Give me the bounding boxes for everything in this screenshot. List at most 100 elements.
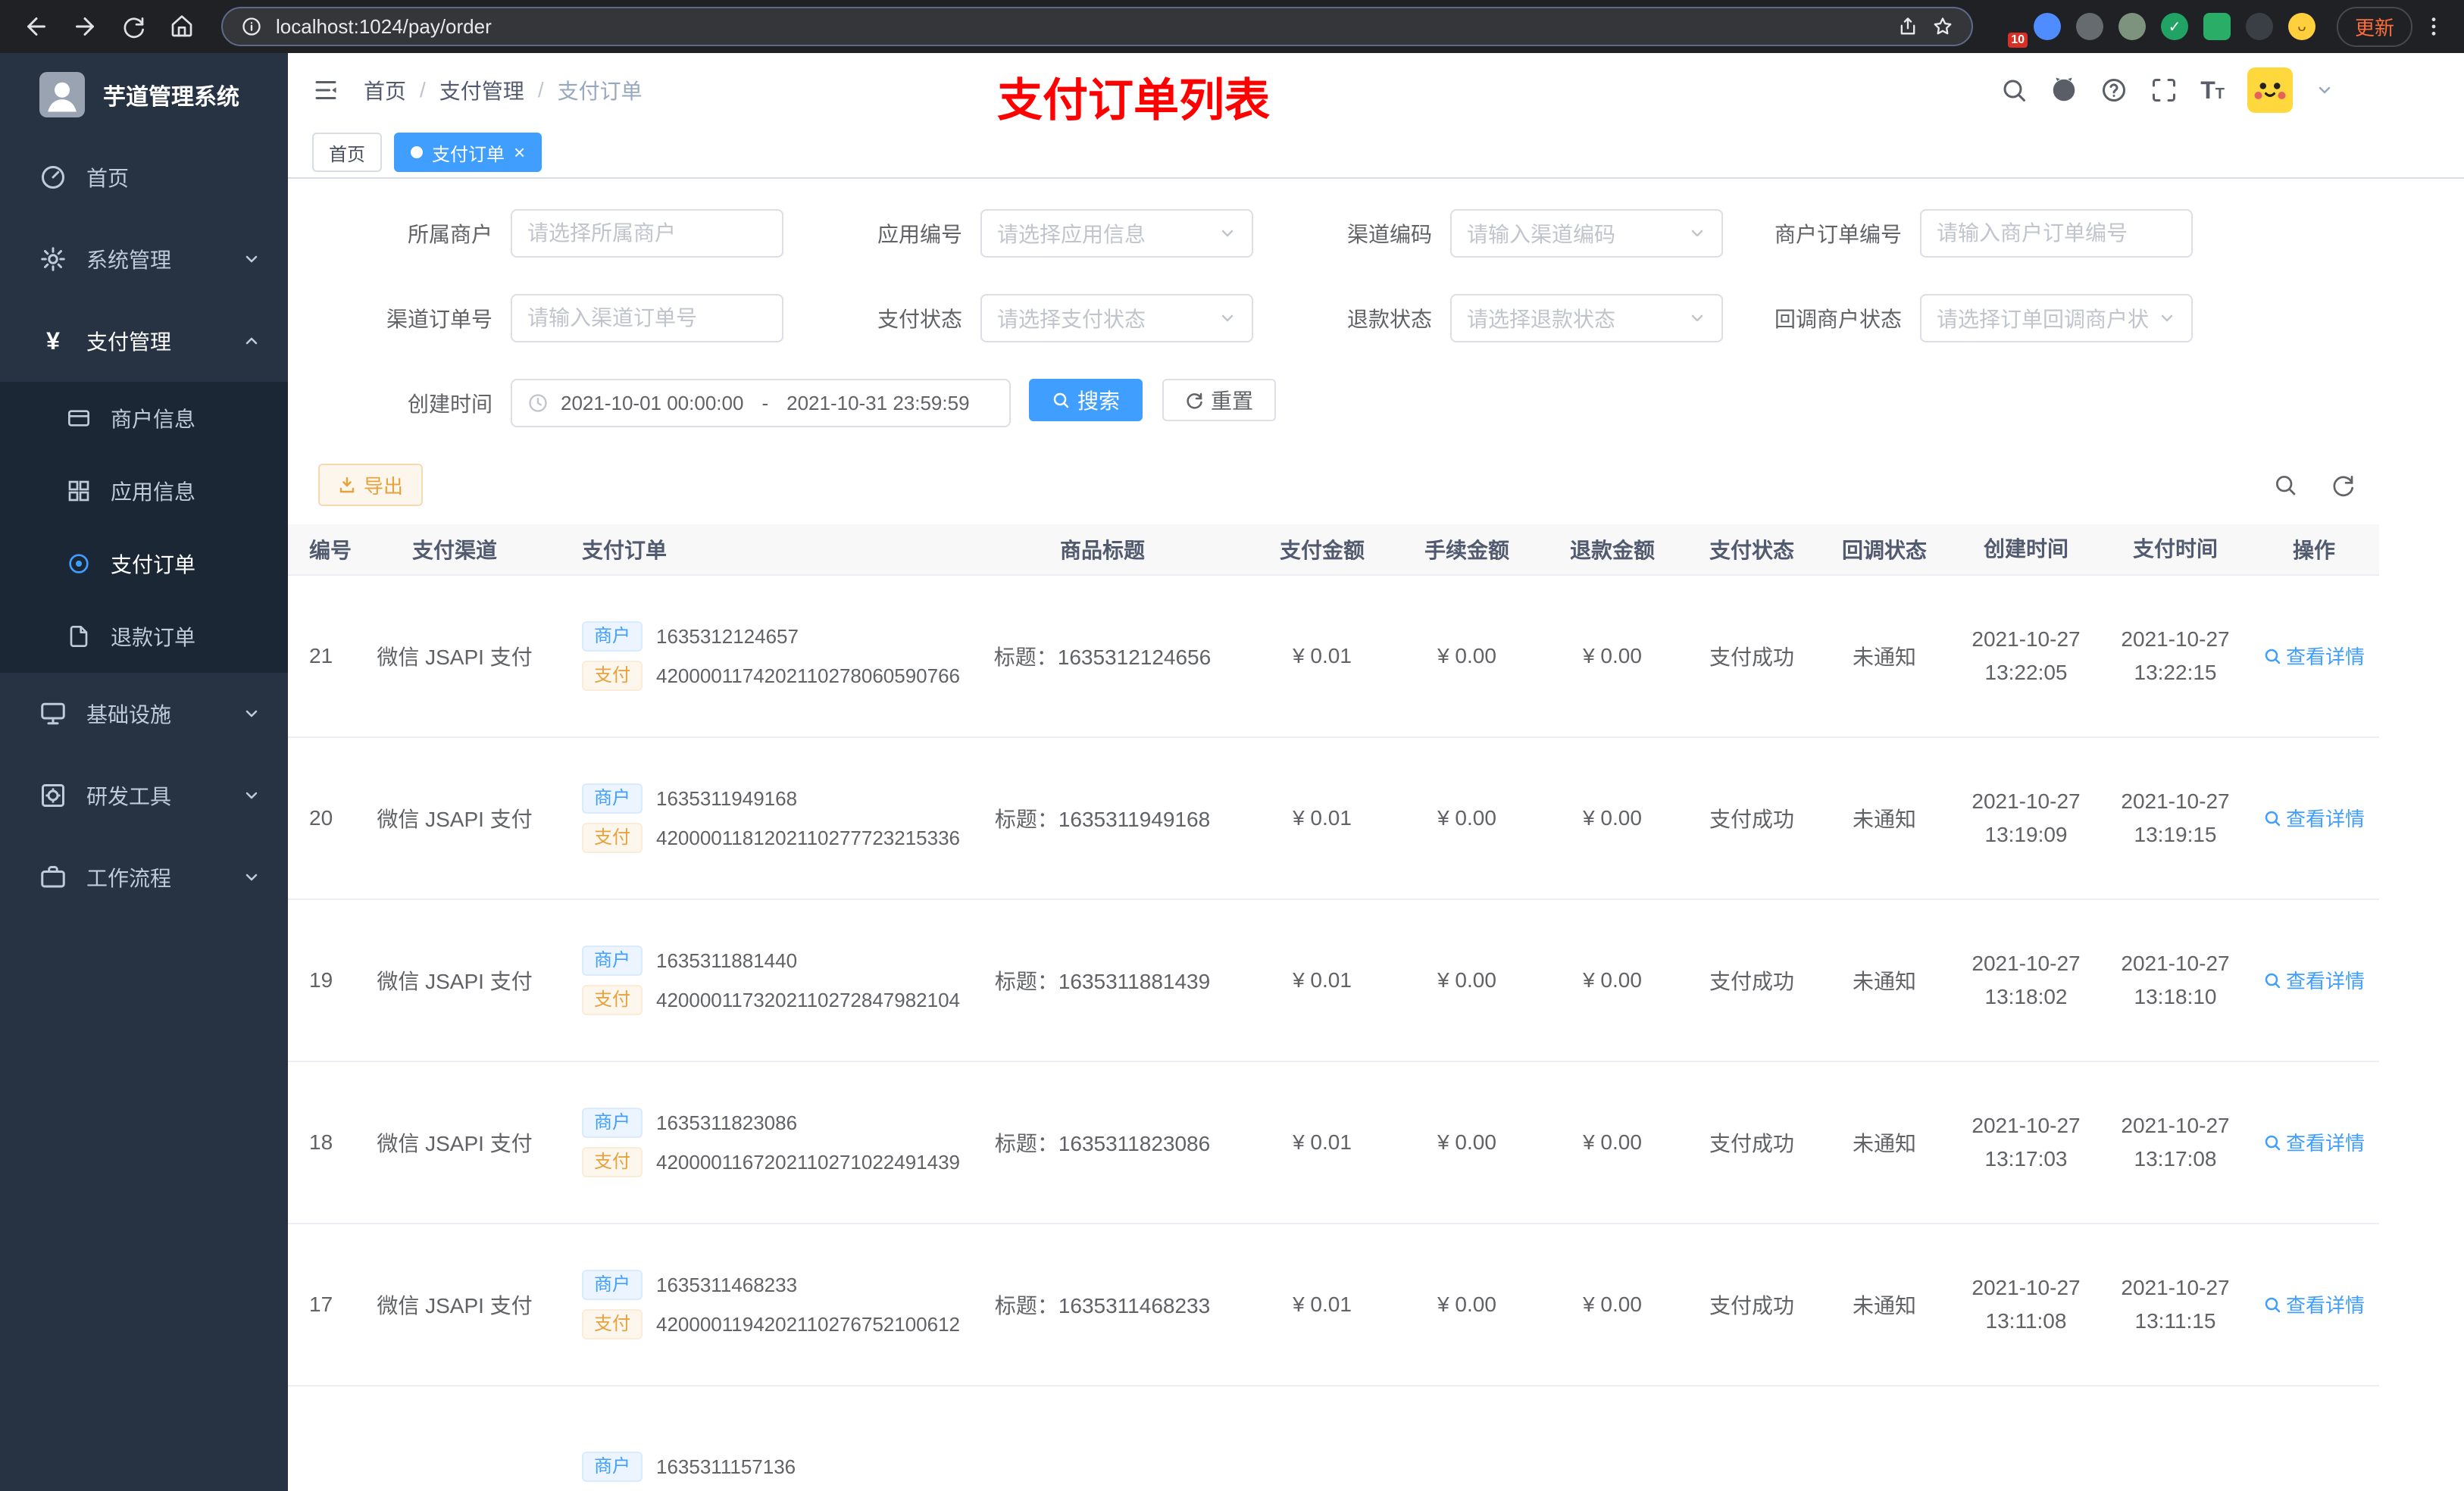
browser-forward-icon[interactable] xyxy=(64,5,106,48)
cell-pay-order: 商户 1635311949168 支付 42000011812021102777… xyxy=(546,774,960,862)
sidebar-item-system-mgmt[interactable]: 系统管理 xyxy=(0,218,288,300)
app-header: 首页 / 支付管理 / 支付订单 支付订单列表 TT xyxy=(288,53,2464,127)
cell-notify-status: 未通知 xyxy=(1852,645,1916,669)
table-search-icon[interactable] xyxy=(2273,473,2297,497)
cell-notify-status: 未通知 xyxy=(1852,1294,1916,1318)
help-icon[interactable] xyxy=(2100,77,2128,104)
font-size-icon[interactable]: TT xyxy=(2200,78,2225,102)
extension-blue-icon[interactable] xyxy=(2033,13,2061,40)
sidebar-item-pay-order[interactable]: 支付订单 xyxy=(0,527,288,600)
view-detail-link[interactable]: 查看详情 xyxy=(2263,1128,2365,1156)
cell-pay-order: 商户 1635311881440 支付 42000011732021102728… xyxy=(546,936,960,1024)
sidebar-item-merchant-info[interactable]: 商户信息 xyxy=(0,382,288,455)
filter-notify-status-label: 回调商户状态 xyxy=(1774,308,1902,331)
sidebar-item-refund-order[interactable]: 退款订单 xyxy=(0,600,288,673)
view-detail-link[interactable]: 查看详情 xyxy=(2263,1290,2365,1318)
fullscreen-icon[interactable] xyxy=(2150,77,2178,104)
create-time-range-input[interactable]: 2021-10-01 00:00:00 - 2021-10-31 23:59:5… xyxy=(511,379,1011,427)
merchant-tag: 商户 xyxy=(582,1452,643,1482)
breadcrumb-pay-order: 支付订单 xyxy=(557,80,643,103)
card-icon xyxy=(67,406,91,430)
browser-url-bar[interactable]: localhost:1024/pay/order xyxy=(221,7,1973,46)
browser-back-icon[interactable] xyxy=(15,5,58,48)
browser-update-button[interactable]: 更新 xyxy=(2336,6,2412,47)
browser-menu-icon[interactable] xyxy=(2419,14,2449,39)
cell-amount: ¥ 0.01 xyxy=(1293,806,1352,830)
filter-notify-status-select[interactable]: 请选择订单回调商户状态 xyxy=(1920,294,2193,342)
breadcrumb-home[interactable]: 首页 xyxy=(364,75,406,105)
sidebar-item-pay-mgmt[interactable]: ¥ 支付管理 xyxy=(0,300,288,382)
hamburger-icon[interactable] xyxy=(312,77,339,104)
table-refresh-icon[interactable] xyxy=(2331,473,2355,497)
extension-gray-icon[interactable] xyxy=(2075,13,2103,40)
extension-chat-icon[interactable] xyxy=(2203,13,2231,40)
date-end-value[interactable]: 2021-10-31 23:59:59 xyxy=(786,392,969,415)
merchant-tag: 商户 xyxy=(582,1108,643,1138)
breadcrumb-pay-mgmt[interactable]: 支付管理 xyxy=(439,75,524,105)
site-info-icon[interactable] xyxy=(241,16,262,37)
extension-check-icon[interactable]: ✓ xyxy=(2160,13,2188,40)
filter-channel-order-no-label: 渠道订单号 xyxy=(386,308,492,331)
cell-title: 标题：1635312124656 xyxy=(993,645,1212,669)
pay-tag: 支付 xyxy=(582,823,643,853)
browser-refresh-icon[interactable] xyxy=(112,5,155,48)
sidebar-item-infrastructure[interactable]: 基础设施 xyxy=(0,673,288,755)
bookmark-star-icon[interactable] xyxy=(1932,16,1953,37)
cell-refund: ¥ 0.00 xyxy=(1583,644,1642,667)
cell-create-time: 2021-10-27 13:17:03 xyxy=(1972,1114,2081,1171)
filter-pay-status-select[interactable]: 请选择支付状态 xyxy=(980,294,1253,342)
view-detail-link[interactable]: 查看详情 xyxy=(2263,966,2365,994)
cell-pay-time: 2021-10-27 13:22:15 xyxy=(2121,627,2230,684)
avatar[interactable] xyxy=(2247,67,2293,113)
filter-channel-code-select[interactable]: 请输入渠道编码 xyxy=(1450,209,1723,258)
filter-merchant-order-no-label: 商户订单编号 xyxy=(1774,223,1902,246)
browser-chrome: localhost:1024/pay/order 10 ✓ ᴗ 更新 xyxy=(0,0,2464,53)
filter-refund-status-select[interactable]: 请选择退款状态 xyxy=(1450,294,1723,342)
filter-merchant-order-no-input[interactable] xyxy=(1920,209,2193,258)
tab-close-icon[interactable]: × xyxy=(514,142,525,162)
tab-home[interactable]: 首页 xyxy=(312,133,382,172)
cell-refund: ¥ 0.00 xyxy=(1583,1293,1642,1316)
extension-smiley-icon[interactable]: ᴗ xyxy=(2287,13,2315,40)
tab-pay-order[interactable]: 支付订单 × xyxy=(394,133,543,172)
tab-active-dot xyxy=(411,146,423,158)
filter-merchant-input[interactable] xyxy=(511,209,783,258)
cell-channel: 微信 JSAPI 支付 xyxy=(377,1132,533,1155)
avatar-caret-icon[interactable] xyxy=(2315,81,2334,99)
cell-create-time: 2021-10-27 13:22:05 xyxy=(1972,627,2081,684)
browser-home-icon[interactable] xyxy=(161,5,203,48)
search-icon[interactable] xyxy=(2000,77,2028,104)
filter-app-select[interactable]: 请选择应用信息 xyxy=(980,209,1253,258)
view-detail-link[interactable]: 查看详情 xyxy=(2263,804,2365,832)
sidebar: 芋道管理系统 首页 系统管理 ¥ 支付管理 商户信息 应用信息 支付订单 退款订… xyxy=(0,53,288,1491)
cell-action: 查看详情 xyxy=(2249,804,2379,833)
cell-channel: 微信 JSAPI 支付 xyxy=(377,1294,533,1318)
view-detail-link[interactable]: 查看详情 xyxy=(2263,642,2365,670)
github-icon[interactable] xyxy=(2050,77,2078,104)
filter-channel-order-no-input[interactable] xyxy=(511,294,783,342)
dashboard-icon xyxy=(39,164,67,191)
reset-button[interactable]: 重置 xyxy=(1162,379,1277,421)
export-button[interactable]: 导出 xyxy=(318,464,424,506)
chevron-down-icon xyxy=(1688,309,1706,327)
cell-pay-status: 支付成功 xyxy=(1709,1294,1794,1318)
extension-badge: 10 xyxy=(2008,33,2028,48)
share-icon[interactable] xyxy=(1897,16,1918,37)
extension-pin-icon[interactable] xyxy=(2245,13,2273,40)
cell-fee: ¥ 0.00 xyxy=(1437,806,1496,830)
date-start-value[interactable]: 2021-10-01 00:00:00 xyxy=(561,392,743,415)
sidebar-item-dev-tools[interactable]: 研发工具 xyxy=(0,755,288,836)
gear-icon xyxy=(39,245,67,273)
url-text[interactable]: localhost:1024/pay/order xyxy=(276,15,1884,39)
browser-extensions: 10 ✓ ᴗ xyxy=(1991,13,2315,48)
sidebar-item-workflow[interactable]: 工作流程 xyxy=(0,836,288,918)
extension-puzzle-icon[interactable]: 10 xyxy=(1991,13,2028,48)
sidebar-item-home[interactable]: 首页 xyxy=(0,136,288,218)
search-button[interactable]: 搜索 xyxy=(1029,379,1143,421)
sidebar-item-app-info[interactable]: 应用信息 xyxy=(0,455,288,527)
cell-pay-status: 支付成功 xyxy=(1709,645,1794,669)
extension-sage-icon[interactable] xyxy=(2118,13,2146,40)
cell-order-id: 19 xyxy=(309,968,333,992)
merchant-order-no: 1635312124657 xyxy=(656,624,799,648)
cell-fee: ¥ 0.00 xyxy=(1437,1293,1496,1316)
